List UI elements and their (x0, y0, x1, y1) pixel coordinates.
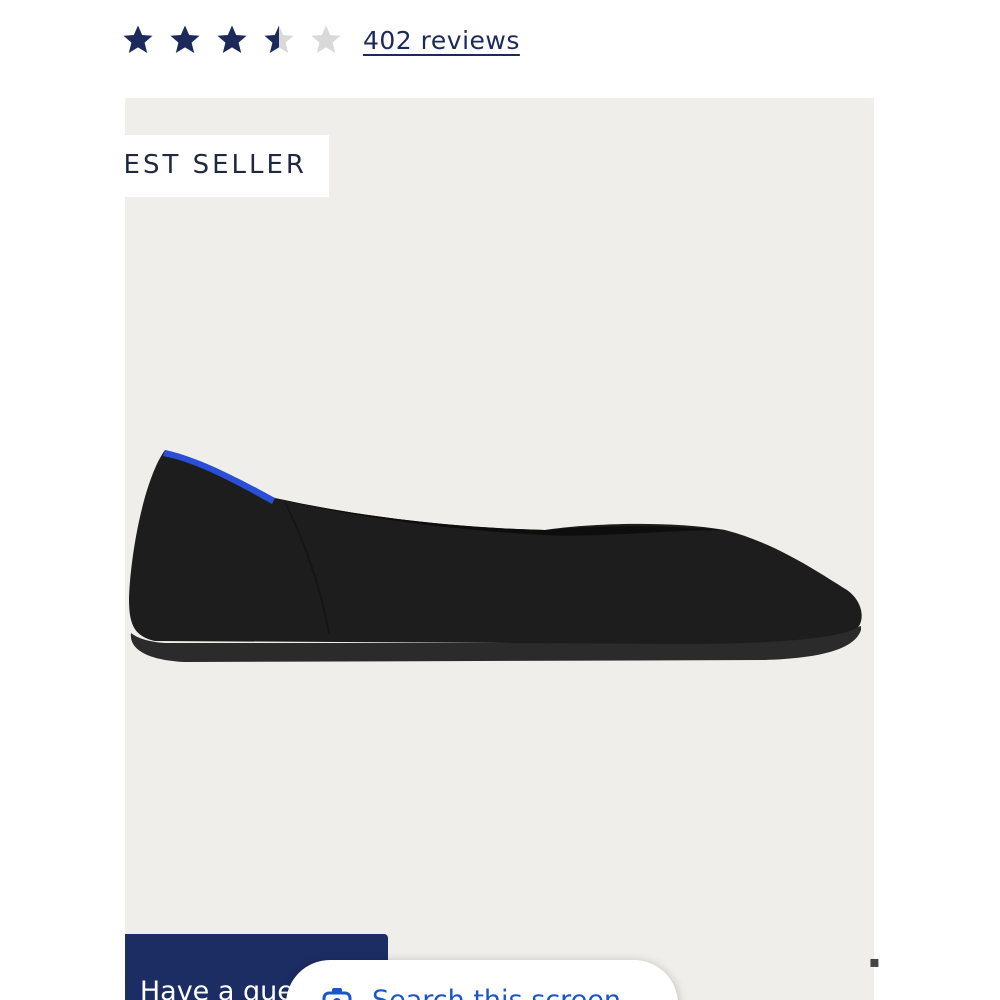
lens-icon (322, 988, 352, 1000)
product-page: 402 reviews BEST SELLER Have a question?… (0, 0, 1000, 1000)
search-screen-button[interactable]: Search this screen (286, 960, 678, 1000)
badge-label: BEST SELLER (125, 150, 307, 180)
product-image[interactable] (125, 438, 874, 678)
reviews-link[interactable]: 402 reviews (363, 26, 520, 55)
rating-row: 402 reviews (122, 18, 520, 62)
star-icon (170, 25, 200, 53)
star-icon (217, 25, 247, 53)
edge-marker: ▪ (869, 952, 880, 971)
best-seller-badge: BEST SELLER (125, 135, 329, 197)
star-icon (311, 25, 341, 53)
star-icon (123, 25, 153, 53)
star-rating[interactable] (122, 24, 357, 56)
search-screen-label: Search this screen (372, 985, 621, 1000)
star-icon (264, 25, 294, 53)
product-image-area: BEST SELLER Have a question? (125, 98, 874, 1000)
